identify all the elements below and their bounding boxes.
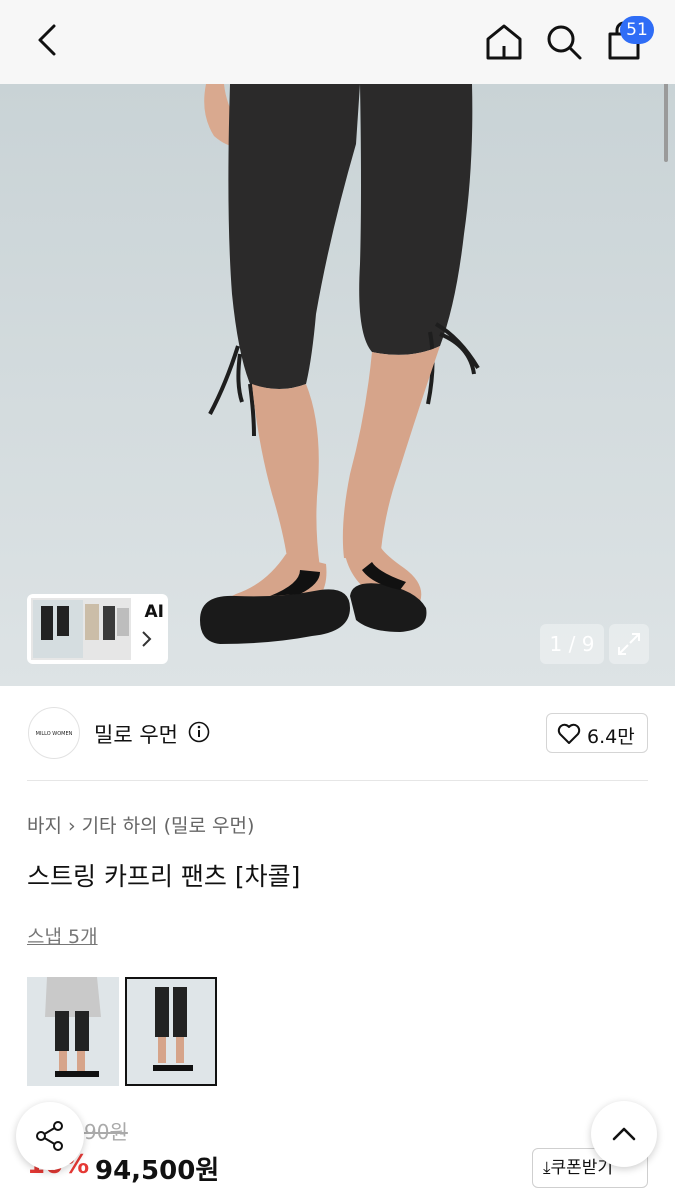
- chevron-right-icon: [139, 630, 153, 648]
- breadcrumb: 바지 › 기타 하의 (밀로 우먼): [27, 811, 254, 838]
- color-option-thumbnail-selected[interactable]: [125, 977, 217, 1086]
- ai-thumbnail-image: [31, 598, 131, 660]
- cart-count-badge: 51: [620, 16, 654, 44]
- scroll-to-top-button[interactable]: [591, 1101, 657, 1167]
- scrollbar[interactable]: [664, 84, 668, 162]
- brand-name[interactable]: 밀로 우먼: [94, 719, 178, 749]
- product-title: 스트링 카프리 팬츠 [차콜]: [27, 862, 301, 891]
- like-button[interactable]: 6.4만: [546, 713, 648, 753]
- snap-link[interactable]: 스냅 5개: [27, 922, 98, 949]
- brand-logo[interactable]: MILLO WOMEN: [28, 707, 80, 759]
- image-page-indicator: 1 / 9: [540, 624, 604, 664]
- breadcrumb-category[interactable]: 바지: [27, 811, 62, 838]
- share-button[interactable]: [16, 1102, 84, 1170]
- like-count: 6.4만: [587, 726, 635, 748]
- sale-price: 94,500원: [95, 1156, 220, 1186]
- ai-styling-card[interactable]: AI: [27, 594, 168, 664]
- home-icon[interactable]: [482, 20, 526, 64]
- chevron-up-icon: [612, 1127, 636, 1141]
- expand-icon[interactable]: [609, 624, 649, 664]
- color-option-thumbnail[interactable]: [27, 977, 119, 1086]
- original-price: 90원: [84, 1120, 128, 1144]
- back-icon[interactable]: [28, 20, 68, 60]
- info-icon[interactable]: [188, 721, 210, 743]
- ai-label: AI: [144, 602, 164, 622]
- share-icon: [36, 1121, 63, 1151]
- chevron-right-icon: ›: [67, 815, 76, 837]
- brand-row: MILLO WOMEN 밀로 우먼 6.4만: [0, 686, 675, 781]
- breadcrumb-subcategory[interactable]: 기타 하의 (밀로 우먼): [82, 811, 255, 838]
- top-navigation-bar: 51: [0, 0, 675, 84]
- heart-icon: [557, 723, 581, 745]
- divider: [27, 780, 648, 781]
- search-icon[interactable]: [542, 20, 586, 64]
